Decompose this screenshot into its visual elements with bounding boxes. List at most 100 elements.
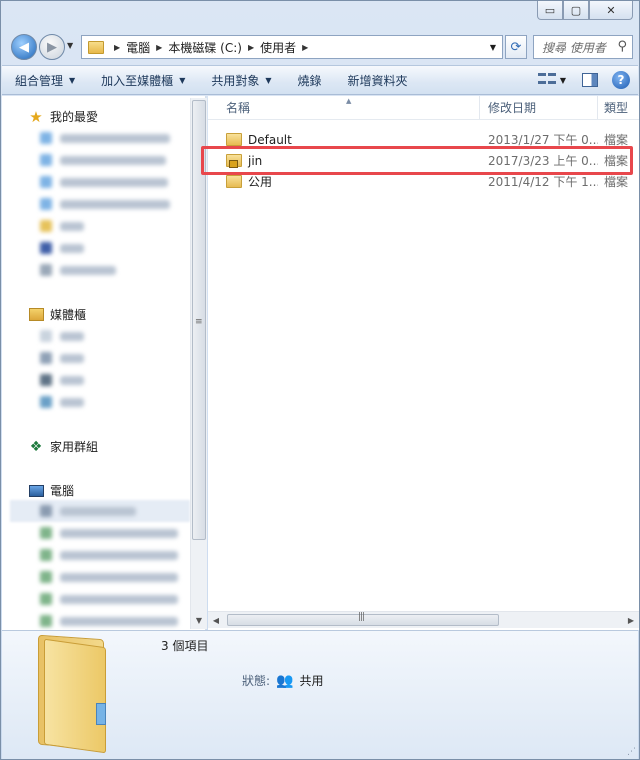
close-icon: ✕ [606, 3, 616, 17]
nav-item-blurred[interactable] [40, 372, 84, 388]
nav-libraries-label: 媒體櫃 [50, 308, 87, 322]
nav-item-blurred[interactable] [40, 503, 136, 519]
back-arrow-icon: ◀ [19, 39, 29, 55]
change-view-icon[interactable] [537, 73, 556, 87]
nav-item-blurred[interactable] [40, 591, 178, 607]
nav-item-blurred[interactable] [40, 152, 166, 168]
homegroup-icon: ❖ [29, 438, 43, 455]
file-list: 名稱 ▲ 修改日期 類型 Default 2013/1/27 下午 0... 檔… [208, 96, 639, 630]
shared-users-icon: 👥 [276, 672, 294, 689]
organize-label: 組合管理 [15, 73, 64, 88]
back-button[interactable]: ◀ [11, 34, 37, 60]
minimize-icon: ▭ [544, 3, 556, 17]
maximize-icon: ▢ [570, 3, 582, 17]
scroll-right-arrow-icon[interactable]: ▶ [623, 612, 639, 628]
nav-item-blurred[interactable] [40, 196, 170, 212]
share-with-menu[interactable]: 共用對象 ▼ [198, 72, 284, 89]
sharing-status: 狀態: 👥 共用 [242, 672, 324, 689]
computer-icon [28, 483, 44, 499]
folder-icon [226, 175, 242, 188]
large-folder-icon [36, 633, 110, 754]
scroll-grip-icon: ||| [358, 612, 365, 622]
breadcrumb-local-disk[interactable]: 本機磁碟 (C:) [168, 39, 242, 56]
status-label: 狀態: [242, 674, 271, 688]
nav-favorites[interactable]: ★ 我的最愛 [28, 107, 99, 126]
chevron-down-icon: ▼ [69, 75, 76, 85]
breadcrumb-users[interactable]: 使用者 [260, 39, 296, 56]
highlight-annotation-box [201, 146, 633, 175]
nav-item-blurred[interactable] [40, 569, 178, 585]
scroll-down-arrow-icon[interactable]: ▼ [191, 612, 207, 628]
search-input[interactable]: 搜尋 使用者 ⚲ [533, 35, 633, 59]
item-count: 3 個項目 [161, 639, 209, 653]
command-bar: 組合管理 ▼ 加入至媒體櫃 ▼ 共用對象 ▼ 燒錄 新增資料夾 ▼ ? [2, 65, 638, 95]
breadcrumb-computer[interactable]: 電腦 [126, 39, 150, 56]
chevron-right-icon[interactable]: ▶ [302, 43, 308, 52]
chevron-right-icon[interactable]: ▶ [156, 43, 162, 52]
nav-item-blurred[interactable] [40, 328, 84, 344]
file-name: 公用 [248, 175, 273, 189]
resize-grip-icon[interactable]: ⋰ [627, 747, 636, 757]
nav-homegroup-label: 家用群組 [50, 440, 99, 454]
nav-item-blurred[interactable] [40, 240, 84, 256]
include-library-label: 加入至媒體櫃 [101, 73, 174, 88]
address-bar[interactable]: ▶ 電腦 ▶ 本機磁碟 (C:) ▶ 使用者 ▶ ▼ [81, 35, 503, 59]
nav-libraries[interactable]: 媒體櫃 [28, 306, 86, 323]
filelist-horizontal-scrollbar[interactable]: ◀ ||| ▶ [208, 611, 639, 628]
nav-item-blurred[interactable] [40, 547, 178, 563]
file-date: 2011/4/12 下午 1... [488, 175, 598, 189]
scroll-left-arrow-icon[interactable]: ◀ [208, 612, 224, 628]
include-in-library-menu[interactable]: 加入至媒體櫃 ▼ [88, 72, 198, 89]
breadcrumb: ▶ 電腦 ▶ 本機磁碟 (C:) ▶ 使用者 ▶ [108, 39, 314, 56]
chevron-down-icon: ▼ [265, 75, 272, 85]
help-icon[interactable]: ? [612, 71, 630, 89]
sort-ascending-icon: ▲ [346, 97, 352, 105]
burn-label: 燒錄 [297, 73, 322, 88]
forward-button[interactable]: ▶ [39, 34, 65, 60]
nav-favorites-label: 我的最愛 [50, 110, 99, 124]
column-type-label: 類型 [604, 101, 629, 115]
preview-pane-icon[interactable] [582, 73, 598, 87]
refresh-button[interactable]: ⟳ [505, 35, 527, 59]
chevron-down-icon: ▼ [179, 75, 186, 85]
column-header-date[interactable]: 修改日期 [480, 96, 598, 119]
scroll-grip-icon: ≡ [195, 317, 203, 327]
new-folder-button[interactable]: 新增資料夾 [335, 72, 421, 89]
minimize-button[interactable]: ▭ [537, 1, 563, 20]
column-header-row: 名稱 ▲ 修改日期 類型 [208, 96, 639, 120]
nav-item-blurred[interactable] [40, 130, 170, 146]
column-header-name[interactable]: 名稱 ▲ [208, 96, 480, 119]
nav-item-blurred[interactable] [40, 394, 84, 410]
search-icon[interactable]: ⚲ [617, 39, 627, 54]
address-dropdown-icon[interactable]: ▼ [490, 43, 496, 52]
status-value: 共用 [299, 674, 324, 688]
forward-arrow-icon: ▶ [47, 39, 57, 55]
chevron-right-icon[interactable]: ▶ [248, 43, 254, 52]
nav-item-blurred[interactable] [40, 218, 84, 234]
maximize-button[interactable]: ▢ [563, 1, 589, 20]
new-folder-label: 新增資料夾 [347, 73, 408, 88]
star-icon: ★ [29, 107, 43, 126]
nav-item-blurred[interactable] [40, 525, 178, 541]
folder-icon [226, 133, 242, 146]
navigation-pane: ★ 我的最愛 媒體櫃 ❖ 家用群組 電腦 [2, 96, 206, 630]
nav-item-blurred[interactable] [40, 174, 168, 190]
close-button[interactable]: ✕ [589, 1, 633, 20]
organize-menu[interactable]: 組合管理 ▼ [2, 72, 88, 89]
nav-computer-label: 電腦 [50, 484, 75, 498]
folder-icon [88, 40, 104, 54]
column-name-label: 名稱 [226, 101, 251, 115]
toolbar-right: ▼ ? [537, 71, 630, 89]
view-dropdown-icon[interactable]: ▼ [560, 76, 566, 85]
nav-vertical-scrollbar[interactable]: ≡ ▼ [190, 98, 207, 629]
history-dropdown-icon[interactable]: ▼ [67, 41, 73, 50]
nav-computer[interactable]: 電腦 [28, 482, 74, 499]
nav-item-blurred[interactable] [40, 613, 178, 629]
nav-item-blurred[interactable] [40, 350, 84, 366]
burn-button[interactable]: 燒錄 [285, 72, 335, 89]
nav-item-blurred[interactable] [40, 262, 116, 278]
nav-homegroup[interactable]: ❖ 家用群組 [28, 438, 98, 455]
chevron-right-icon[interactable]: ▶ [114, 43, 120, 52]
file-type: 檔案 [604, 175, 629, 189]
column-header-type[interactable]: 類型 [598, 96, 639, 119]
